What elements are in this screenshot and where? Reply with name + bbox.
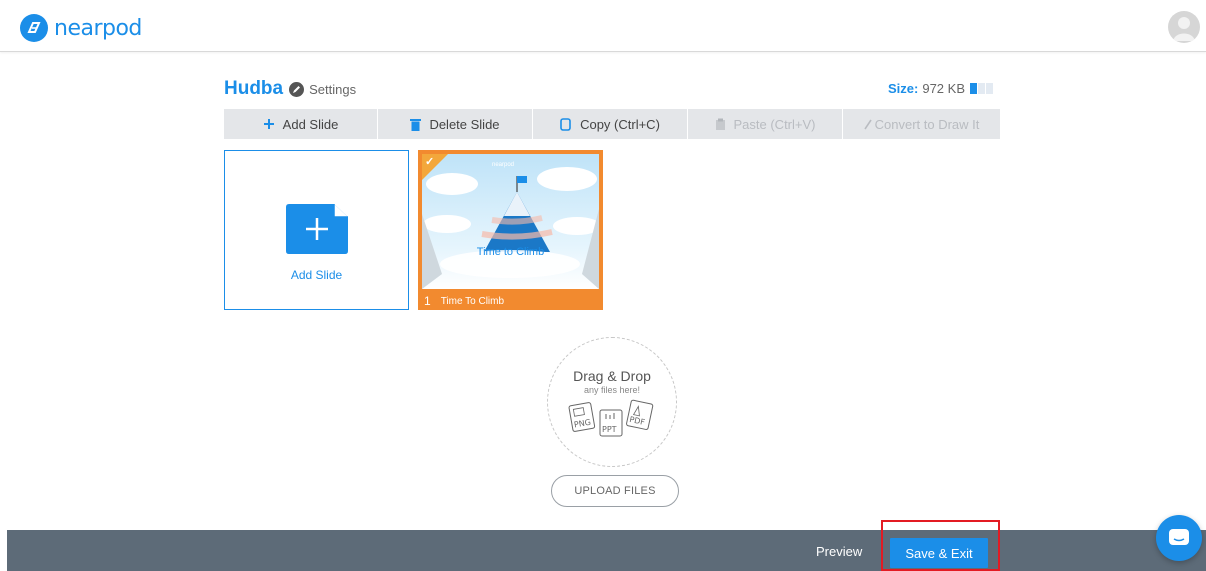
paste-label: Paste (Ctrl+V) xyxy=(733,116,816,132)
drop-subtitle: any files here! xyxy=(583,385,641,395)
slide-card[interactable]: nearpod Time to Climb ✓ 1 Time To Climb xyxy=(418,150,603,310)
plus-icon xyxy=(263,118,275,130)
preview-button[interactable]: Preview xyxy=(816,544,862,559)
paste-icon xyxy=(715,118,726,131)
add-slide-card-label: Add Slide xyxy=(290,268,343,282)
top-header: nearpod xyxy=(0,0,1206,52)
slide-number: 1 xyxy=(424,294,431,308)
upload-files-button[interactable]: UPLOAD FILES xyxy=(551,475,679,507)
thumb-logo: nearpod xyxy=(492,162,515,168)
add-slide-card[interactable]: Add Slide xyxy=(224,150,409,310)
convert-label: Convert to Draw It xyxy=(874,116,980,132)
settings-pencil-icon[interactable] xyxy=(289,81,305,97)
paste-slide-button[interactable]: Paste (Ctrl+V) xyxy=(688,109,843,139)
size-label: Size: xyxy=(888,81,919,96)
size-usage-meter xyxy=(970,83,994,94)
add-file-icon xyxy=(286,204,348,259)
size-value: 972 KB xyxy=(922,81,965,96)
copy-label: Copy (Ctrl+C) xyxy=(580,116,660,132)
trash-icon xyxy=(410,118,422,131)
check-icon: ✓ xyxy=(425,156,435,168)
drop-title: Drag & Drop xyxy=(573,368,651,384)
file-type-ppt: PPT xyxy=(602,425,617,434)
convert-to-draw-it-button[interactable]: Convert to Draw It xyxy=(843,109,1000,139)
presentation-title-row: Hudba Settings xyxy=(224,78,356,100)
user-avatar[interactable] xyxy=(1168,11,1200,43)
mountain-illustration xyxy=(422,167,599,289)
chat-icon xyxy=(1169,529,1189,545)
add-slide-button[interactable]: Add Slide xyxy=(224,109,378,139)
user-avatar-icon xyxy=(1173,17,1195,41)
slide-toolbar: Add Slide Delete Slide Copy (Ctrl+C) Pas… xyxy=(224,109,1000,139)
delete-slide-button[interactable]: Delete Slide xyxy=(378,109,533,139)
settings-link[interactable]: Settings xyxy=(309,82,356,97)
presentation-title[interactable]: Hudba xyxy=(224,78,283,100)
pencil-icon xyxy=(863,119,872,130)
file-types-icon: PNG PPT PDF xyxy=(568,399,654,437)
nearpod-logo-icon xyxy=(20,14,48,42)
delete-slide-label: Delete Slide xyxy=(429,116,500,132)
add-slide-label: Add Slide xyxy=(282,116,339,132)
slide-name: Time To Climb xyxy=(440,295,505,307)
logo-text: nearpod xyxy=(54,15,142,41)
drag-drop-zone[interactable]: Drag & Drop any files here! PNG PPT PDF xyxy=(547,337,677,467)
save-and-exit-button[interactable]: Save & Exit xyxy=(890,538,988,568)
copy-slide-button[interactable]: Copy (Ctrl+C) xyxy=(533,109,688,139)
chat-support-button[interactable] xyxy=(1156,515,1202,561)
slide-footer: 1 Time To Climb xyxy=(418,292,603,310)
nearpod-logo[interactable]: nearpod xyxy=(20,14,142,42)
slide-thumbnail: nearpod Time to Climb ✓ xyxy=(422,154,599,289)
presentation-size: Size: 972 KB xyxy=(888,81,994,96)
thumb-caption: Time to Climb xyxy=(476,246,545,258)
bottom-bar: Preview Save & Exit xyxy=(7,530,1206,571)
copy-icon xyxy=(560,117,572,131)
